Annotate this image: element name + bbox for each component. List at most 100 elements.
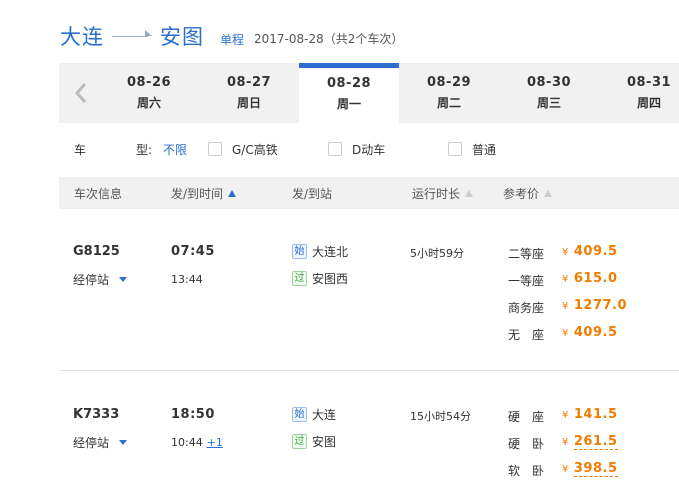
column-duration-label: 运行时长 bbox=[412, 187, 461, 201]
arrival-time: 13:44 bbox=[171, 273, 203, 286]
arrival-time-value: 13:44 bbox=[171, 273, 203, 286]
stops-toggle[interactable]: 经停站 bbox=[73, 271, 128, 288]
departure-time: 18:50 bbox=[171, 407, 215, 422]
date-tab-weekday: 周二 bbox=[436, 96, 461, 110]
date-tab-date: 08-31 bbox=[626, 75, 672, 90]
seat-type: 软 卧 bbox=[508, 464, 545, 478]
price-value: 409.5 bbox=[573, 244, 618, 259]
price-value: 409.5 bbox=[573, 325, 618, 340]
filter-option-label: 普通 bbox=[472, 142, 497, 157]
sort-up-icon[interactable] bbox=[544, 190, 553, 197]
route-header: 大连 安图 单程 2017-08-28（共2个车次） bbox=[60, 20, 403, 52]
from-city[interactable]: 大连 bbox=[60, 21, 104, 51]
arrival-station-name: 安图 bbox=[312, 435, 337, 449]
seat-type: 商务座 bbox=[508, 301, 545, 315]
pass-station-badge: 过 bbox=[292, 271, 307, 286]
stops-toggle[interactable]: 经停站 bbox=[73, 434, 128, 451]
price-value: 261.5 bbox=[573, 434, 618, 450]
arrival-station: 过 安图 bbox=[292, 433, 336, 450]
seat-price: ¥1277.0 bbox=[562, 298, 627, 313]
seat-type: 无 座 bbox=[508, 328, 545, 342]
seat-type: 二等座 bbox=[508, 247, 545, 261]
column-duration-sort[interactable]: 运行时长 bbox=[412, 185, 474, 202]
duration: 15小时54分 bbox=[410, 410, 471, 423]
train-number[interactable]: G8125 bbox=[73, 244, 120, 259]
seat-type: 硬 卧 bbox=[508, 437, 545, 451]
next-day-badge[interactable]: +1 bbox=[207, 436, 223, 449]
date-tab-weekday: 周日 bbox=[236, 96, 261, 110]
column-station: 发/到站 bbox=[292, 187, 333, 201]
date-tab-date: 08-28 bbox=[326, 76, 372, 91]
sort-up-icon[interactable] bbox=[465, 190, 474, 197]
stops-label: 经停站 bbox=[73, 273, 110, 287]
seat-price: ¥409.5 bbox=[562, 244, 618, 259]
date-tab-date: 08-30 bbox=[526, 75, 572, 90]
filter-option-gc[interactable]: G/C高铁 bbox=[208, 141, 278, 158]
date-tab-weekday: 周一 bbox=[336, 97, 361, 111]
table-row: K7333 经停站 18:50 10:44 +1 始 大连 过 安图 15小时54… bbox=[59, 372, 679, 502]
date-tab[interactable]: 08-30 周三 bbox=[499, 63, 599, 123]
seat-price[interactable]: ¥398.5 bbox=[562, 461, 618, 477]
date-tab-active[interactable]: 08-28 周一 bbox=[299, 63, 399, 123]
filter-option-d[interactable]: D动车 bbox=[328, 141, 385, 158]
sort-up-icon[interactable] bbox=[228, 190, 237, 197]
arrival-station-name: 安图西 bbox=[312, 272, 349, 286]
date-tab-date: 08-27 bbox=[226, 75, 272, 90]
arrival-time-value: 10:44 bbox=[171, 436, 203, 449]
date-tab-date: 08-26 bbox=[126, 75, 172, 90]
seat-price: ¥141.5 bbox=[562, 407, 618, 422]
train-number[interactable]: K7333 bbox=[73, 407, 119, 422]
filter-option-label: D动车 bbox=[352, 142, 386, 157]
seat-price[interactable]: ¥261.5 bbox=[562, 434, 618, 450]
trip-summary: 2017-08-28（共2个车次） bbox=[254, 31, 404, 46]
start-station-badge: 始 bbox=[292, 407, 307, 422]
date-tab-weekday: 周六 bbox=[136, 96, 161, 110]
checkbox[interactable] bbox=[328, 142, 342, 156]
checkbox[interactable] bbox=[448, 142, 462, 156]
date-tab[interactable]: 08-27 周日 bbox=[199, 63, 299, 123]
seat-price: ¥409.5 bbox=[562, 325, 618, 340]
price-value: 615.0 bbox=[573, 271, 618, 286]
arrival-station: 过 安图西 bbox=[292, 270, 348, 287]
filter-all-link[interactable]: 不限 bbox=[163, 141, 187, 158]
start-station-badge: 始 bbox=[292, 244, 307, 259]
currency-symbol: ¥ bbox=[562, 410, 569, 421]
table-header: 车次信息 发/到时间 发/到站 运行时长 参考价 bbox=[59, 177, 679, 209]
price-value: 1277.0 bbox=[573, 298, 628, 313]
departure-station: 始 大连 bbox=[292, 406, 336, 423]
pass-station-badge: 过 bbox=[292, 434, 307, 449]
date-tab[interactable]: 08-31 周四 bbox=[599, 63, 679, 123]
table-row: G8125 经停站 07:45 13:44 始 大连北 过 安图西 5小时59分… bbox=[59, 209, 679, 371]
price-value: 141.5 bbox=[573, 407, 618, 422]
column-time-sort[interactable]: 发/到时间 bbox=[171, 185, 237, 202]
currency-symbol: ¥ bbox=[562, 464, 569, 475]
filter-option-normal[interactable]: 普通 bbox=[448, 141, 496, 158]
currency-symbol: ¥ bbox=[562, 437, 569, 448]
train-type-filter: 车 型: 不限 G/C高铁 D动车 普通 bbox=[59, 130, 679, 168]
caret-down-icon bbox=[119, 277, 128, 282]
currency-symbol: ¥ bbox=[562, 328, 569, 339]
date-tab[interactable]: 08-26 周六 bbox=[99, 63, 199, 123]
currency-symbol: ¥ bbox=[562, 247, 569, 258]
arrow-right-icon bbox=[112, 30, 152, 42]
currency-symbol: ¥ bbox=[562, 274, 569, 285]
seat-price: ¥615.0 bbox=[562, 271, 618, 286]
checkbox[interactable] bbox=[208, 142, 222, 156]
currency-symbol: ¥ bbox=[562, 301, 569, 312]
departure-time: 07:45 bbox=[171, 244, 215, 259]
chevron-left-icon[interactable] bbox=[59, 63, 103, 123]
arrival-time: 10:44 +1 bbox=[171, 436, 223, 449]
seat-type: 硬 座 bbox=[508, 410, 545, 424]
column-train-info: 车次信息 bbox=[74, 187, 123, 201]
departure-station: 始 大连北 bbox=[292, 243, 348, 260]
caret-down-icon bbox=[119, 440, 128, 445]
trip-type: 单程 bbox=[220, 32, 245, 47]
column-price-label: 参考价 bbox=[503, 187, 540, 201]
stops-label: 经停站 bbox=[73, 436, 110, 450]
to-city[interactable]: 安图 bbox=[160, 21, 204, 51]
filter-option-label: G/C高铁 bbox=[232, 142, 278, 157]
date-tab[interactable]: 08-29 周二 bbox=[399, 63, 499, 123]
filter-label: 车 bbox=[74, 142, 87, 157]
column-price-sort[interactable]: 参考价 bbox=[503, 185, 553, 202]
departure-station-name: 大连北 bbox=[312, 245, 349, 259]
